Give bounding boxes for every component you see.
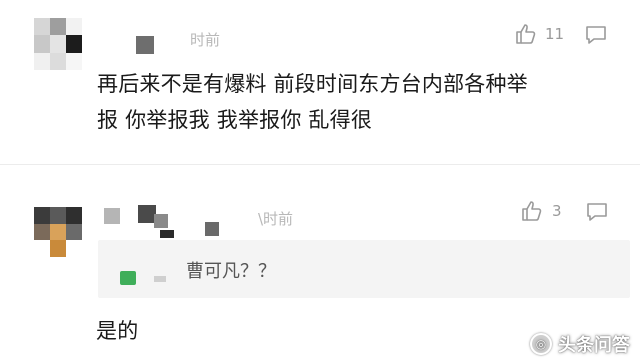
speech-bubble-icon	[585, 201, 609, 223]
avatar[interactable]	[34, 207, 82, 257]
quoted-reply[interactable]: 曹可凡？？	[98, 240, 630, 298]
divider	[0, 164, 640, 165]
like-button[interactable]: 11	[514, 22, 564, 46]
comment-time: 时前	[190, 31, 221, 49]
thumbs-up-icon	[514, 22, 538, 46]
like-count: 11	[545, 25, 565, 43]
quote-text: 曹可凡？？	[186, 261, 276, 282]
like-count: 3	[552, 202, 562, 220]
quote-author-mosaic	[120, 271, 136, 285]
comment-time: \时前	[258, 210, 294, 228]
quote-author-mosaic	[154, 276, 166, 282]
avatar[interactable]	[34, 18, 82, 70]
comment-feed: 时前 11 再后来不是有爆料 前段时间东方台内部各种举 报 你举报我 我举报你 …	[0, 0, 640, 363]
watermark-text: 头条问答	[558, 335, 630, 356]
watermark-logo-icon: ◎	[530, 333, 552, 355]
comment-text-line: 再后来不是有爆料 前段时间东方台内部各种举	[97, 72, 528, 96]
speech-bubble-icon	[584, 24, 608, 46]
comment-text-line: 报 你举报我 我举报你 乱得很	[97, 108, 373, 132]
thumbs-up-icon	[520, 199, 544, 223]
reply-button[interactable]	[585, 201, 609, 223]
like-button[interactable]: 3	[520, 199, 562, 223]
comment-text-line: 是的	[96, 319, 139, 343]
watermark: ◎ 头条问答	[530, 331, 630, 357]
reply-button[interactable]	[584, 24, 608, 46]
username-mosaic[interactable]	[136, 36, 154, 54]
